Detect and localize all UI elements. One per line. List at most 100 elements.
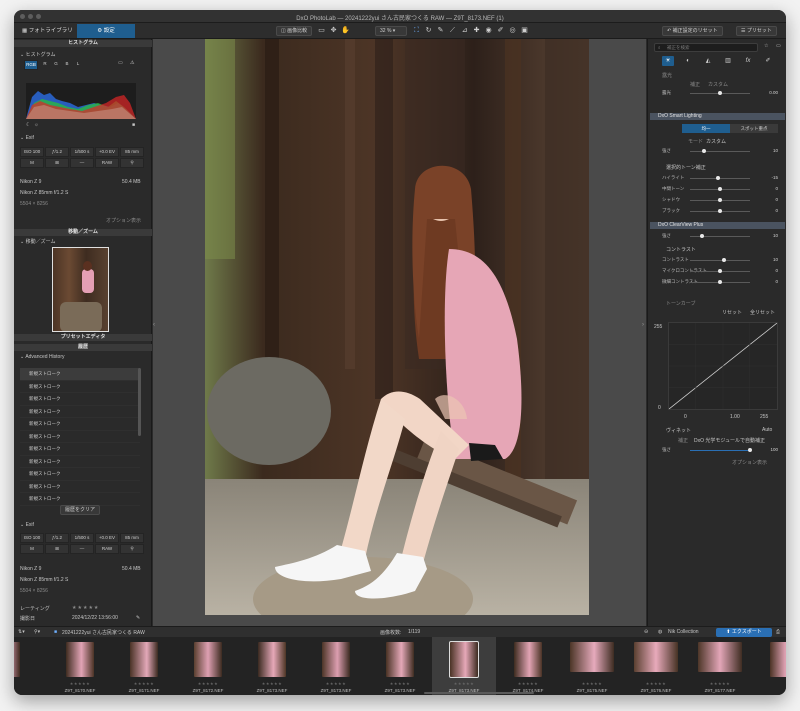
detail-tab-icon[interactable]: ◭ (702, 56, 714, 66)
history-header[interactable]: 履歴 (14, 344, 152, 351)
smart-lighting-header[interactable]: DxO Smart Lighting (650, 113, 785, 120)
thumbnail-rating[interactable]: ★★★★★ (112, 681, 176, 686)
contrast-slider[interactable]: コントラスト 10 (662, 256, 778, 264)
clearview-slider[interactable]: 強さ 10 (662, 232, 778, 240)
thumbnail-rating[interactable]: ★★★★★ (240, 681, 304, 686)
history-scrollbar[interactable] (138, 368, 141, 436)
slider-knob[interactable] (722, 258, 726, 262)
vignette-header[interactable]: ヴィネット (666, 427, 691, 434)
tone-curve-header[interactable]: トーンカーブ (666, 300, 695, 307)
navigator-viewport[interactable] (52, 247, 109, 332)
sun-icon[interactable]: ☼ (34, 122, 39, 128)
channel-l[interactable]: L (74, 60, 82, 70)
filmstrip-scrollbar[interactable] (424, 692, 534, 694)
slider-knob[interactable] (718, 187, 722, 191)
thumbnail[interactable]: ★★★★★ Z9T_8174.NEF (496, 637, 560, 695)
filter-icon[interactable]: ⚲▾ (34, 629, 40, 635)
spot-weighted-button[interactable]: スポット重点 (730, 124, 778, 133)
thumbnail-rating[interactable]: ★★★★★ (304, 681, 368, 686)
history-item[interactable]: 新規ストローク (20, 393, 140, 406)
tone-curve-white-input[interactable]: 255 (760, 414, 768, 420)
vignette-strength-slider[interactable]: 強さ 100 (662, 446, 778, 454)
histogram-subheader[interactable]: ⌄ ヒストグラム (20, 51, 55, 58)
geometry-tab-icon[interactable]: ▥ (722, 56, 734, 66)
channel-g[interactable]: G (52, 60, 60, 70)
channel-r[interactable]: R (41, 60, 49, 70)
exif-header[interactable]: ⌄ Exif (20, 135, 34, 141)
history-item[interactable]: 新規ストローク (20, 406, 140, 418)
thumbnail[interactable]: ★★★★★ Z9T_8170.NEF (48, 637, 112, 695)
navigator-subheader[interactable]: ⌄ 移動／ズーム (20, 238, 55, 245)
slider-knob[interactable] (718, 269, 722, 273)
thumbnail-rating[interactable]: ★★★★★ (560, 681, 624, 686)
thumbnail[interactable]: ★★★★★ Z9T_8176.NEF (624, 637, 688, 695)
left-panel-toggle[interactable]: ‹ (153, 322, 157, 332)
eye-icon[interactable]: ◎ (508, 26, 517, 36)
tone-curve-graph[interactable] (668, 322, 778, 410)
thumbnail[interactable]: ★★★★★ Z9T_8171.NEF (112, 637, 176, 695)
local-tab-icon[interactable]: ✐ (762, 56, 774, 66)
edit-icon[interactable]: ✎ (136, 615, 140, 621)
thumbnail-rating[interactable]: ★★★★★ (688, 681, 752, 686)
history-item[interactable]: 新規ストローク (20, 368, 140, 381)
vignette-auto[interactable]: Auto (762, 427, 772, 433)
layout-icon[interactable]: ▭ (317, 26, 326, 36)
uniform-button[interactable]: 均一 (682, 124, 730, 133)
rotate-icon[interactable]: ↻ (424, 26, 433, 36)
sort-icon[interactable]: ⇅▾ (18, 629, 25, 635)
eyedropper-icon[interactable]: ✎ (436, 26, 445, 36)
option-display-link[interactable]: オプション表示 (106, 217, 141, 224)
compare-button[interactable]: ◫ 画像比較 (276, 26, 313, 36)
warning-icon[interactable]: ⚠ (130, 60, 134, 66)
nik-collection-button[interactable]: Nik Collection (668, 629, 699, 635)
slider-knob[interactable] (700, 234, 704, 238)
star-icon[interactable]: ☆ (764, 43, 768, 49)
slider-knob[interactable] (702, 149, 706, 153)
histogram-header[interactable]: ヒストグラム (14, 40, 152, 47)
tone-curve-reset[interactable]: リセット (722, 309, 742, 316)
perspective-icon[interactable]: ⟋ (448, 26, 457, 36)
thumbnail-rating[interactable]: ★★★★★ (624, 681, 688, 686)
contrast-section-header[interactable]: コントラスト (666, 246, 696, 253)
history-item[interactable]: 新規ストローク (20, 381, 140, 393)
exif-header-2[interactable]: ⌄ Exif (20, 522, 34, 528)
shadows-slider[interactable]: シャドウ 0 (662, 196, 778, 204)
moon-icon[interactable]: ☾ (26, 122, 30, 128)
repair-icon[interactable]: ✚ (472, 26, 481, 36)
color-tab-icon[interactable]: ◐ (682, 56, 694, 66)
right-option-display-link[interactable]: オプション表示 (732, 459, 767, 466)
move-icon[interactable]: ✥ (329, 26, 338, 36)
slider-knob[interactable] (718, 209, 722, 213)
tone-curve-gamma-input[interactable]: 1.00 (730, 414, 740, 420)
thumbnail-rating[interactable]: ★★★★★ (496, 681, 560, 686)
history-item[interactable]: 新規ストローク (20, 443, 140, 456)
thumbnail[interactable]: ★★★★★ Z9T_8173.NEF (240, 637, 304, 695)
thumbnail-selected[interactable]: ★★★★★ Z9T_8173.NEF (432, 637, 496, 695)
black-point-icon[interactable]: ■ (132, 122, 135, 128)
thumbnail[interactable]: ★★★★★ Z9T_8173.NEF (368, 637, 432, 695)
navigator-header[interactable]: 移動／ズーム (14, 229, 152, 236)
right-panel-toggle[interactable]: › (642, 322, 646, 332)
thumbnail[interactable]: ★★★★★ Z9T_8177.NEF (688, 637, 752, 695)
thumbnail-rating[interactable]: ★★★★★ (48, 681, 112, 686)
slider-knob[interactable] (718, 280, 722, 284)
midtones-slider[interactable]: 中間トーン 0 (662, 185, 778, 193)
image-viewer[interactable]: ‹ › (153, 39, 646, 626)
light-mode-value[interactable]: カスタム (708, 81, 728, 88)
slider-knob[interactable] (748, 448, 752, 452)
thumbnail[interactable]: ★★★★★ Z9T_8175.NEF (560, 637, 624, 695)
history-subheader[interactable]: ⌄ Advanced History (20, 354, 65, 360)
channel-rgb[interactable]: RGB (24, 60, 38, 70)
search-input[interactable]: ⌕ 補正を検索 (654, 43, 758, 52)
monitor-icon[interactable]: ▭ (118, 60, 123, 66)
blacks-slider[interactable]: ブラック 0 (662, 207, 778, 215)
navigator-thumbnail[interactable] (52, 247, 109, 332)
local-adjust-icon[interactable]: ◉ (484, 26, 493, 36)
channel-b[interactable]: B (63, 60, 71, 70)
history-item[interactable]: 新規ストローク (20, 493, 140, 506)
slider-knob[interactable] (718, 198, 722, 202)
fine-contrast-slider[interactable]: 微細コントラスト 0 (662, 278, 778, 286)
rating-stars[interactable]: ★★★★★ (72, 605, 99, 611)
tone-curve-reset-all[interactable]: 全リセット (750, 309, 775, 316)
clear-history-button[interactable]: 履歴をクリア (60, 505, 101, 515)
